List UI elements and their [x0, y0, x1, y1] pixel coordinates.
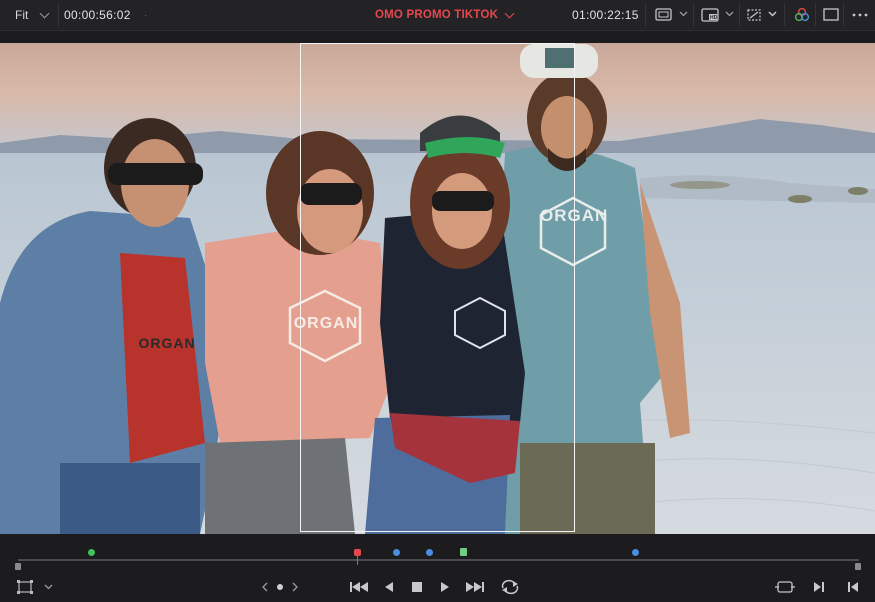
divider: [815, 4, 816, 26]
go-to-end-button[interactable]: [464, 578, 486, 596]
timeline-marker-blue[interactable]: [426, 549, 433, 556]
record-timecode-text: 01:00:22:15: [572, 8, 639, 22]
zoom-fit-label: Fit: [15, 8, 29, 22]
loop-button[interactable]: [498, 578, 522, 596]
chevron-down-icon: [39, 8, 50, 18]
divider: [739, 4, 740, 26]
timeline-marker-green[interactable]: [88, 549, 95, 556]
next-edit-button[interactable]: [810, 578, 828, 596]
color-viewer-button[interactable]: [794, 7, 810, 27]
jog-control[interactable]: [260, 578, 300, 596]
crop-icon: [17, 580, 53, 594]
out-point-handle[interactable]: [855, 563, 861, 570]
match-frame-button[interactable]: [773, 578, 797, 596]
playback-quality-button[interactable]: HD: [701, 8, 737, 27]
hd-icon: HD: [701, 8, 734, 22]
ellipsis-icon: ·: [144, 9, 148, 21]
jump-to-start-icon: [350, 582, 368, 592]
scrubber-track[interactable]: [18, 559, 859, 561]
stop-button[interactable]: [408, 578, 426, 596]
record-timecode[interactable]: 01:00:22:15: [572, 0, 639, 30]
jog-wheel-icon: [262, 582, 298, 592]
divider: [784, 4, 785, 26]
zoom-fit-dropdown[interactable]: Fit: [15, 0, 50, 30]
divider: [645, 4, 646, 26]
timeline-title-dropdown[interactable]: OMO PROMO TIKTOK: [375, 0, 515, 30]
timecode-options[interactable]: ·: [144, 0, 147, 30]
source-timecode[interactable]: 00:00:56:02: [64, 0, 131, 30]
match-frame-icon: [775, 581, 795, 593]
playhead[interactable]: [354, 549, 361, 556]
transform-overlay-icon: [747, 9, 777, 21]
play-button[interactable]: [436, 578, 454, 596]
crop-overlay-box[interactable]: [300, 43, 575, 532]
timeline-marker-blue[interactable]: [632, 549, 639, 556]
jump-to-end-icon: [466, 582, 484, 592]
single-viewer-icon: [823, 8, 839, 21]
shirt-logo-text: ORGAN: [138, 335, 196, 351]
more-options-icon: [852, 13, 868, 17]
loop-icon: [501, 579, 519, 595]
previous-edit-button[interactable]: [844, 578, 862, 596]
viewer-overlay-button[interactable]: [746, 8, 782, 27]
viewer-options-button[interactable]: [851, 8, 869, 27]
color-wheel-icon: [794, 7, 810, 22]
divider: [58, 4, 59, 26]
chevron-down-icon: [504, 8, 515, 18]
timeline-marker-green[interactable]: [460, 548, 467, 556]
timeline-marker-blue[interactable]: [393, 549, 400, 556]
source-timecode-text: 00:00:56:02: [64, 8, 131, 22]
stop-icon: [412, 582, 422, 592]
previous-edit-icon: [848, 582, 858, 592]
crop-dropdown[interactable]: [16, 578, 56, 596]
video-viewer[interactable]: ORGAN ORGAN ORGAN: [0, 43, 875, 534]
viewer-toolbar: Fit 00:00:56:02 · OMO PROMO TIKTOK 01:00…: [0, 0, 875, 31]
monitor-icon: [655, 8, 688, 21]
go-to-start-button[interactable]: [348, 578, 370, 596]
viewer-mode-button[interactable]: [655, 8, 691, 27]
play-reverse-button[interactable]: [380, 578, 398, 596]
timeline-title: OMO PROMO TIKTOK: [375, 9, 499, 21]
divider: [693, 4, 694, 26]
in-point-handle[interactable]: [15, 563, 21, 570]
viewer-layout-button[interactable]: [823, 8, 839, 27]
next-edit-icon: [814, 582, 824, 592]
divider: [843, 4, 844, 26]
playhead-line: [357, 556, 358, 565]
svg-text:HD: HD: [710, 15, 718, 21]
play-reverse-icon: [385, 582, 393, 592]
play-icon: [441, 582, 449, 592]
